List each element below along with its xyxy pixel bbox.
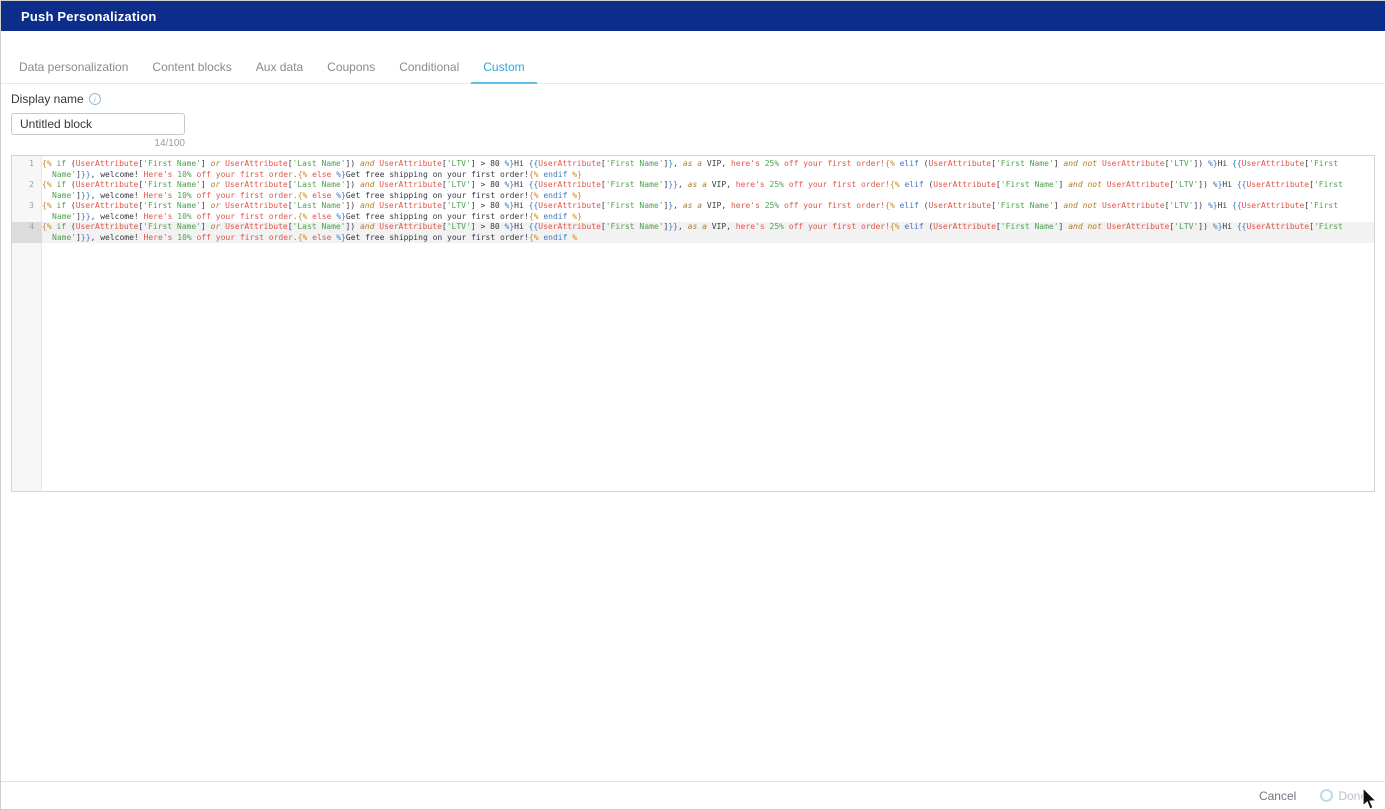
modal-header: Push Personalization [1,1,1385,31]
push-personalization-modal: Push Personalization Data personalizatio… [0,0,1386,810]
code-lines: 1{% if (UserAttribute['First Name'] or U… [12,156,1374,243]
code-line-content: {% if (UserAttribute['First Name'] or Us… [42,222,1374,243]
line-number: 3 [12,201,42,222]
modal-footer: Cancel Done [1,781,1385,809]
cancel-button[interactable]: Cancel [1259,789,1296,803]
tab-custom[interactable]: Custom [471,56,536,84]
tab-aux-data[interactable]: Aux data [244,56,315,84]
line-number: 2 [12,180,42,201]
info-icon[interactable]: i [89,93,101,105]
display-name-label: Display name [11,92,84,106]
tab-coupons[interactable]: Coupons [315,56,387,84]
code-line[interactable]: 4{% if (UserAttribute['First Name'] or U… [12,222,1374,243]
tab-content-blocks[interactable]: Content blocks [140,56,243,84]
line-number: 4 [12,222,42,243]
code-line-content: {% if (UserAttribute['First Name'] or Us… [42,159,1374,180]
line-number: 1 [12,159,42,180]
done-button-label: Done [1338,789,1367,803]
code-editor[interactable]: 1{% if (UserAttribute['First Name'] or U… [11,155,1375,492]
modal-title: Push Personalization [21,9,156,24]
tab-bar: Data personalizationContent blocksAux da… [1,56,1385,84]
code-line[interactable]: 2{% if (UserAttribute['First Name'] or U… [12,180,1374,201]
display-name-section: Display name i 14/100 [1,84,1385,149]
code-line-content: {% if (UserAttribute['First Name'] or Us… [42,180,1374,201]
tab-conditional[interactable]: Conditional [387,56,471,84]
done-button[interactable]: Done [1320,789,1367,803]
tab-data-personalization[interactable]: Data personalization [7,56,140,84]
loading-spinner-icon [1320,789,1333,802]
display-name-input[interactable] [11,113,185,135]
code-line[interactable]: 3{% if (UserAttribute['First Name'] or U… [12,201,1374,222]
char-counter: 14/100 [11,138,185,149]
code-line[interactable]: 1{% if (UserAttribute['First Name'] or U… [12,159,1374,180]
code-line-content: {% if (UserAttribute['First Name'] or Us… [42,201,1374,222]
